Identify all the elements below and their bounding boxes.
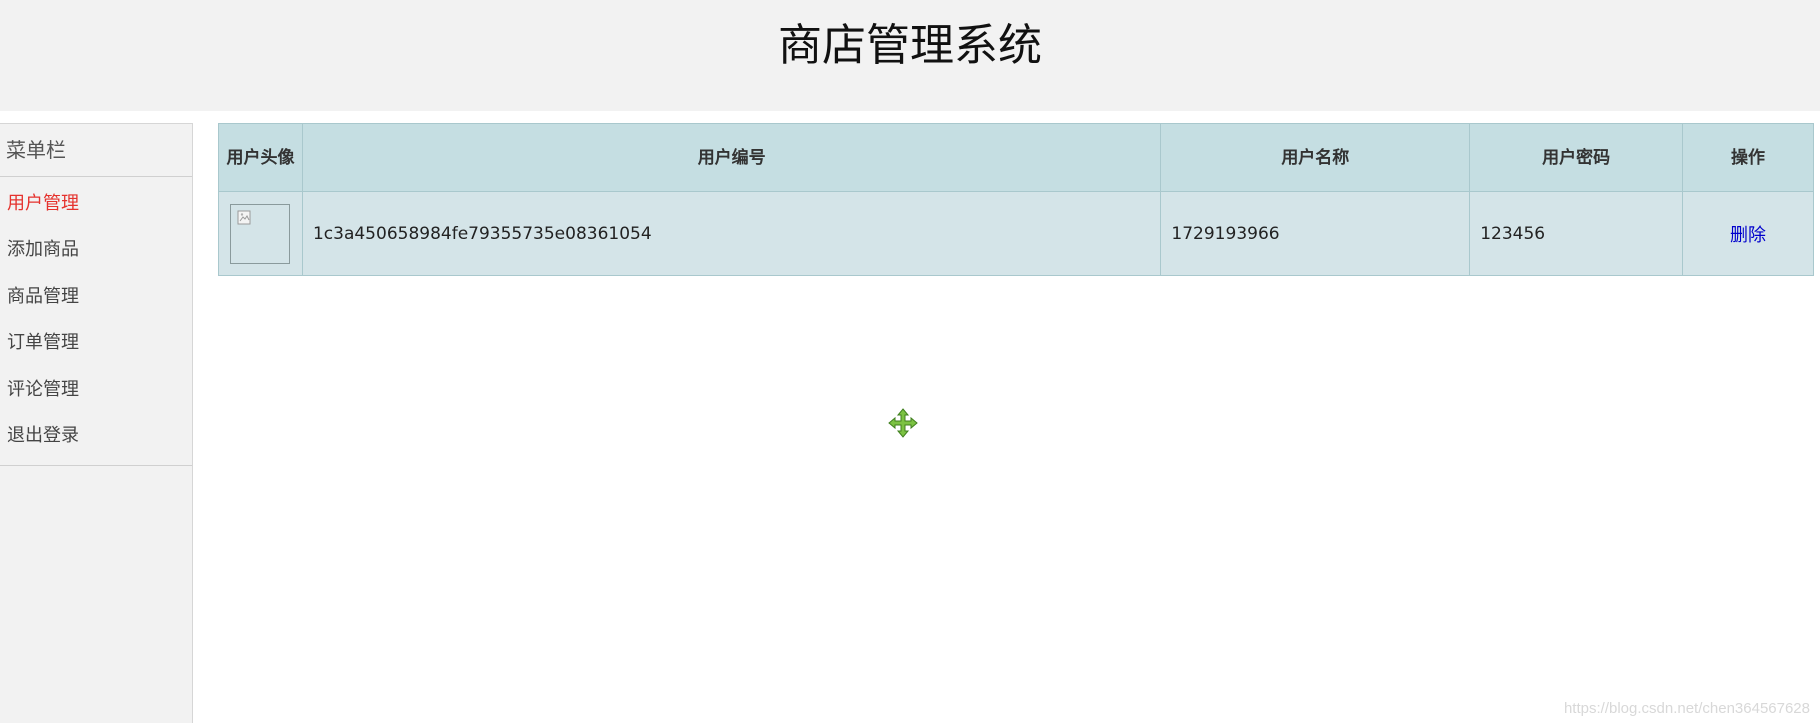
sidebar-item-comment-management[interactable]: 评论管理 xyxy=(0,367,192,413)
column-header-avatar: 用户头像 xyxy=(218,123,303,192)
sidebar-menu: 用户管理 添加商品 商品管理 订单管理 评论管理 退出登录 xyxy=(0,177,192,467)
page-header: 商店管理系统 xyxy=(0,0,1820,111)
sidebar-item-order-management[interactable]: 订单管理 xyxy=(0,320,192,366)
avatar-cell xyxy=(218,191,303,276)
user-name-cell: 1729193966 xyxy=(1160,191,1471,276)
delete-link[interactable]: 删除 xyxy=(1730,225,1766,246)
avatar xyxy=(230,203,291,264)
column-header-user-id: 用户编号 xyxy=(301,123,1162,192)
action-cell: 删除 xyxy=(1682,191,1814,276)
sidebar-item-add-product[interactable]: 添加商品 xyxy=(0,227,192,273)
user-password-cell: 123456 xyxy=(1469,191,1684,276)
table-header-row: 用户头像 用户编号 用户名称 用户密码 操作 xyxy=(218,123,1814,192)
move-cursor-icon xyxy=(888,408,918,442)
column-header-password: 用户密码 xyxy=(1469,123,1684,192)
sidebar-item-user-management[interactable]: 用户管理 xyxy=(0,181,192,227)
watermark: https://blog.csdn.net/chen364567628 xyxy=(1563,700,1810,717)
users-table: 用户头像 用户编号 用户名称 用户密码 操作 1c3a450658984fe79… xyxy=(218,123,1814,276)
column-header-user-name: 用户名称 xyxy=(1160,123,1471,192)
sidebar-item-logout[interactable]: 退出登录 xyxy=(0,413,192,459)
table-row: 1c3a450658984fe79355735e08361054 1729193… xyxy=(218,191,1814,276)
column-header-action: 操作 xyxy=(1682,123,1814,192)
sidebar-title: 菜单栏 xyxy=(0,124,192,177)
sidebar-item-product-management[interactable]: 商品管理 xyxy=(0,274,192,320)
broken-image-icon xyxy=(237,210,251,224)
user-id-cell: 1c3a450658984fe79355735e08361054 xyxy=(301,191,1162,276)
page-title: 商店管理系统 xyxy=(778,20,1042,71)
sidebar: 菜单栏 用户管理 添加商品 商品管理 订单管理 评论管理 退出登录 xyxy=(0,123,193,723)
